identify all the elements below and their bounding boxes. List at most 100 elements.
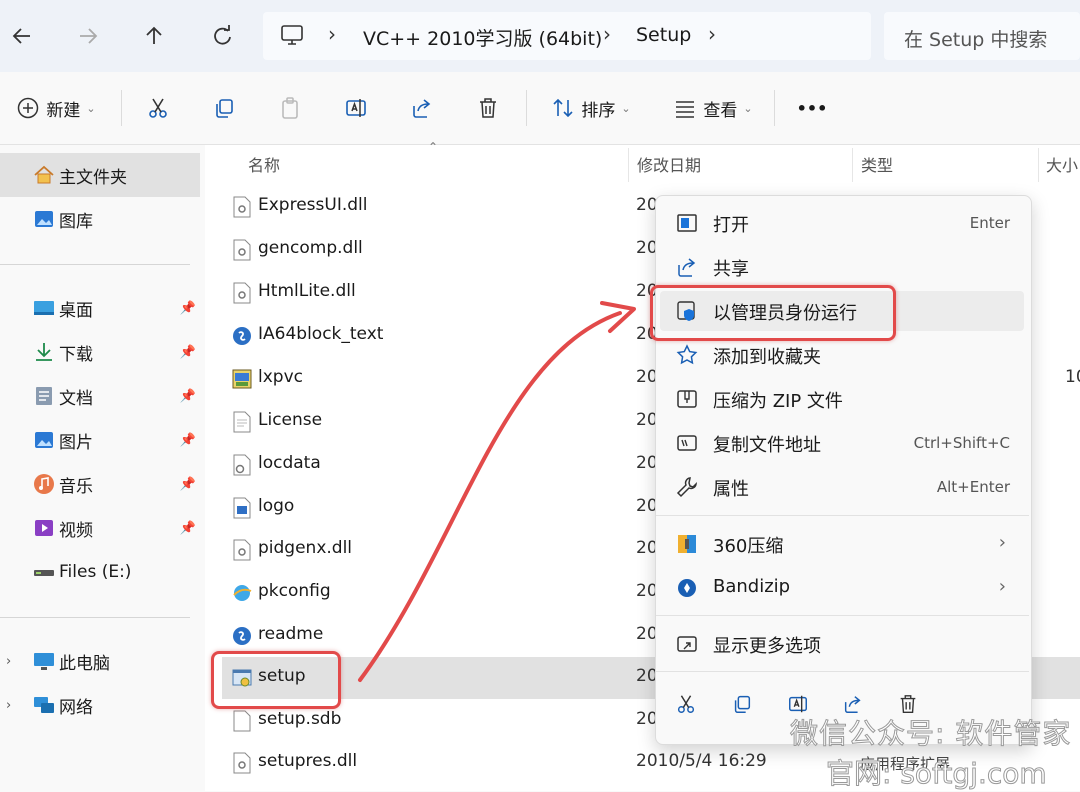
sidebar-item-documents[interactable]: 文档 📌 bbox=[0, 374, 200, 418]
paste-button[interactable] bbox=[272, 86, 308, 130]
view-button-label: 查看 bbox=[703, 100, 738, 121]
column-header-date[interactable]: 修改日期 bbox=[637, 152, 701, 176]
sidebar-item-label: 音乐 bbox=[59, 476, 93, 497]
menu-item-copy-path[interactable]: 复制文件地址 Ctrl+Shift+C bbox=[660, 423, 1024, 463]
menu-copy-button[interactable] bbox=[724, 686, 760, 722]
menu-item-share[interactable]: 共享 bbox=[660, 247, 1024, 287]
sidebar-item-desktop[interactable]: 桌面 📌 bbox=[0, 286, 200, 330]
column-header-size[interactable]: 大小 bbox=[1046, 152, 1078, 176]
menu-item-show-more-options[interactable]: 显示更多选项 bbox=[660, 624, 1024, 664]
chevron-down-icon: ⌄ bbox=[743, 101, 753, 115]
sidebar-item-videos[interactable]: 视频 📌 bbox=[0, 506, 200, 550]
sidebar-item-music[interactable]: 音乐 📌 bbox=[0, 462, 200, 506]
chevron-right-icon[interactable]: › bbox=[6, 698, 11, 713]
menu-cut-button[interactable] bbox=[668, 686, 704, 722]
pin-icon[interactable]: 📌 bbox=[180, 477, 196, 492]
breadcrumb-item[interactable]: VC++ 2010学习版 (64bit) bbox=[363, 24, 602, 51]
chevron-right-icon[interactable]: › bbox=[708, 22, 716, 46]
network-icon bbox=[33, 694, 55, 716]
app-icon bbox=[232, 369, 252, 389]
sidebar-item-files-e[interactable]: Files (E:) bbox=[0, 550, 200, 594]
menu-item-360-compress[interactable]: 360压缩 › bbox=[660, 524, 1024, 564]
sidebar-item-label: 桌面 bbox=[59, 300, 93, 321]
sidebar-item-gallery[interactable]: 图库 bbox=[0, 197, 200, 241]
sort-button[interactable]: 排序 ⌄ bbox=[546, 86, 636, 130]
view-button[interactable]: 查看 ⌄ bbox=[668, 86, 758, 130]
home-icon bbox=[33, 164, 55, 186]
chevron-right-icon: › bbox=[998, 576, 1006, 597]
file-date: 2010/5/4 16:29 bbox=[636, 751, 767, 771]
column-header-type[interactable]: 类型 bbox=[861, 152, 893, 176]
pin-icon[interactable]: 📌 bbox=[180, 345, 196, 360]
dll-file-icon bbox=[233, 196, 251, 218]
documents-icon bbox=[33, 385, 55, 407]
pin-icon[interactable]: 📌 bbox=[180, 433, 196, 448]
menu-separator bbox=[656, 671, 1029, 672]
properties-icon bbox=[676, 477, 697, 498]
scissors-icon bbox=[149, 98, 167, 118]
file-name: pkconfig bbox=[258, 581, 331, 601]
sidebar-item-pictures[interactable]: 图片 📌 bbox=[0, 418, 200, 462]
trash-icon bbox=[480, 98, 496, 118]
more-button[interactable]: ••• bbox=[794, 86, 830, 130]
watermark-line1: 微信公众号: 软件管家 bbox=[789, 717, 1072, 751]
column-header-name[interactable]: 名称 bbox=[248, 152, 280, 176]
text-doc-icon bbox=[233, 327, 251, 345]
sidebar-item-home[interactable]: 主文件夹 bbox=[0, 153, 200, 197]
file-name: lxpvc bbox=[258, 367, 303, 387]
chevron-down-icon: ⌄ bbox=[86, 101, 96, 115]
open-icon bbox=[677, 214, 697, 232]
music-icon bbox=[33, 473, 55, 495]
menu-item-bandizip[interactable]: Bandizip › bbox=[660, 568, 1024, 608]
scissors-icon bbox=[677, 695, 695, 713]
file-icon bbox=[233, 411, 251, 433]
sort-ascending-icon: ⌃ bbox=[428, 140, 439, 154]
delete-button[interactable] bbox=[470, 86, 506, 130]
menu-item-label: 属性 bbox=[713, 479, 749, 500]
menu-item-label: 复制文件地址 bbox=[713, 435, 821, 456]
file-name: locdata bbox=[258, 453, 321, 473]
share-button[interactable] bbox=[404, 86, 440, 130]
annotation-arrow bbox=[358, 301, 636, 682]
pin-icon[interactable]: 📌 bbox=[180, 301, 196, 316]
sort-button-label: 排序 bbox=[581, 100, 616, 121]
refresh-button[interactable] bbox=[204, 18, 240, 54]
menu-item-label: 360压缩 bbox=[713, 536, 784, 557]
breadcrumb-item[interactable]: Setup bbox=[636, 24, 691, 46]
sidebar-item-downloads[interactable]: 下载 📌 bbox=[0, 330, 200, 374]
sidebar-item-network[interactable]: › 网络 bbox=[0, 683, 200, 727]
column-divider[interactable] bbox=[628, 148, 629, 182]
column-divider[interactable] bbox=[852, 148, 853, 182]
zip-icon bbox=[677, 390, 697, 408]
cut-button[interactable] bbox=[140, 86, 176, 130]
highlight-box-setup bbox=[211, 651, 341, 709]
up-button[interactable] bbox=[136, 18, 172, 54]
sidebar-item-label: 网络 bbox=[59, 697, 93, 718]
menu-item-open[interactable]: 打开 Enter bbox=[660, 203, 1024, 243]
rename-button[interactable] bbox=[338, 86, 374, 130]
new-button[interactable]: 新建 ⌄ bbox=[10, 86, 102, 130]
file-name: setupres.dll bbox=[258, 751, 358, 771]
search-input[interactable]: 在 Setup 中搜索 bbox=[884, 12, 1080, 60]
menu-item-compress-zip[interactable]: 压缩为 ZIP 文件 bbox=[660, 379, 1024, 419]
forward-button[interactable] bbox=[70, 18, 106, 54]
share-icon bbox=[413, 99, 431, 118]
back-button[interactable] bbox=[4, 18, 40, 54]
file-name: readme bbox=[258, 624, 324, 644]
pin-icon[interactable]: 📌 bbox=[180, 521, 196, 536]
bandizip-icon bbox=[678, 579, 696, 597]
chevron-right-icon: › bbox=[998, 532, 1006, 553]
chevron-right-icon[interactable]: › bbox=[6, 654, 11, 669]
gallery-icon bbox=[33, 208, 55, 230]
share-icon bbox=[678, 258, 696, 277]
menu-item-properties[interactable]: 属性 Alt+Enter bbox=[660, 467, 1024, 507]
this-pc-icon bbox=[33, 650, 55, 672]
menu-item-label: 压缩为 ZIP 文件 bbox=[713, 391, 843, 412]
sidebar-item-this-pc[interactable]: › 此电脑 bbox=[0, 639, 200, 683]
pin-icon[interactable]: 📌 bbox=[180, 389, 196, 404]
copy-button[interactable] bbox=[206, 86, 242, 130]
forward-arrow-icon bbox=[80, 28, 98, 44]
new-button-label: 新建 bbox=[46, 100, 81, 121]
column-divider[interactable] bbox=[1038, 148, 1039, 182]
menu-item-add-favorites[interactable]: 添加到收藏夹 bbox=[660, 335, 1024, 375]
